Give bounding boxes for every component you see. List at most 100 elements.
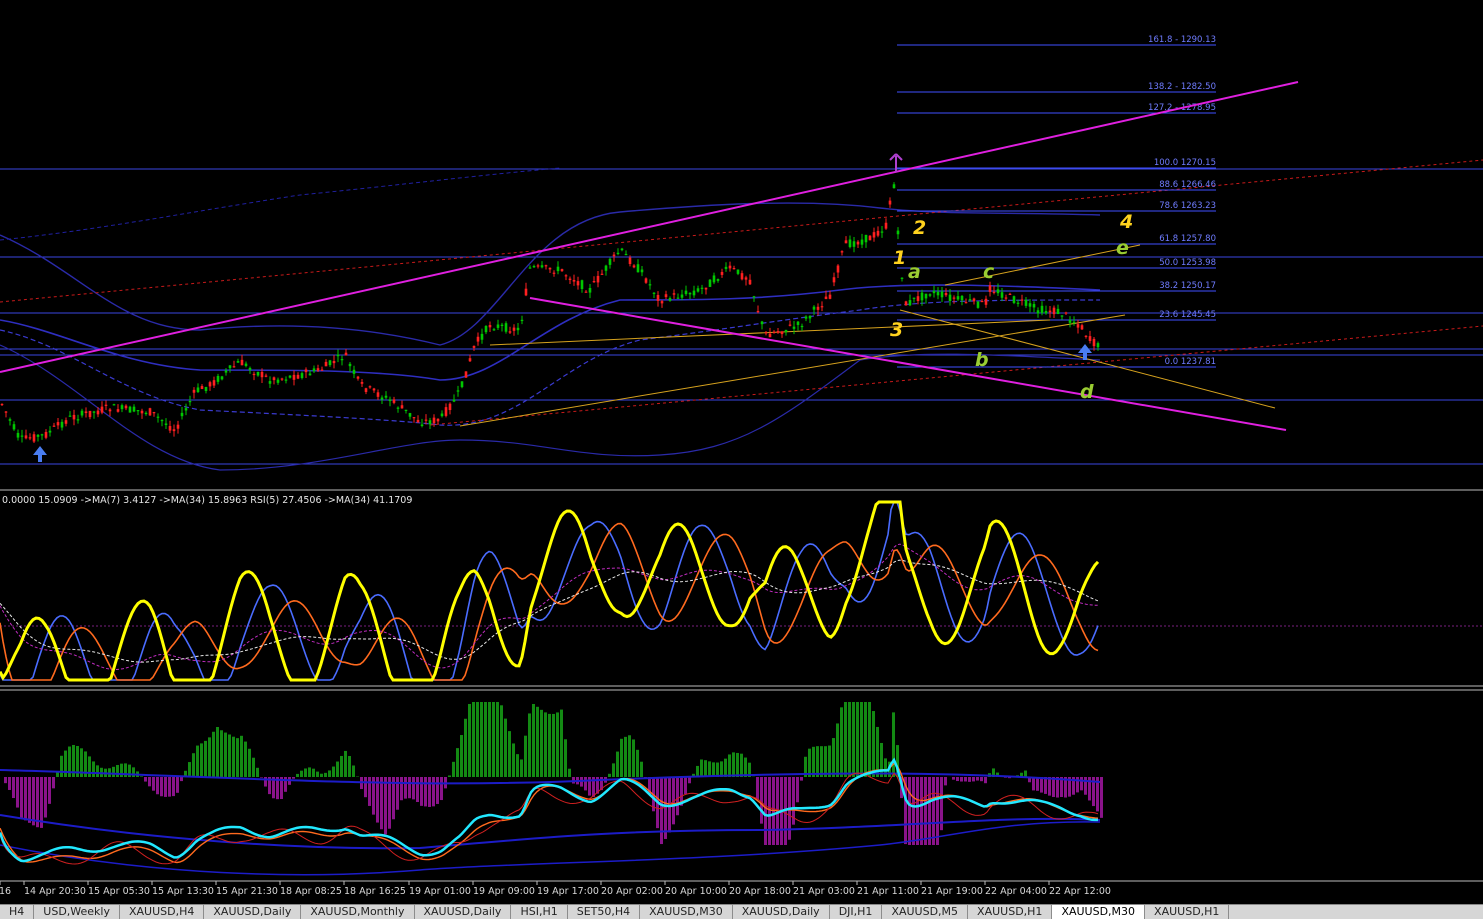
- histogram-bar-up: [560, 710, 563, 777]
- time-label: 19 Apr 01:00: [409, 886, 471, 897]
- chart-tab[interactable]: DJI,H1: [830, 905, 883, 919]
- candle: [377, 390, 380, 400]
- histogram-bar-up: [92, 761, 95, 777]
- candle: [549, 267, 552, 273]
- chart-tab[interactable]: XAUUSD,H1: [1145, 905, 1229, 919]
- candle: [749, 274, 752, 285]
- candle: [41, 434, 44, 440]
- candle: [481, 329, 484, 344]
- histogram-bar-down: [760, 777, 763, 824]
- candle: [925, 294, 928, 304]
- candle: [589, 284, 592, 298]
- horizontal-lines: [0, 169, 1483, 464]
- candle: [137, 410, 140, 415]
- candle: [721, 269, 724, 278]
- candle: [665, 291, 668, 299]
- fib-label: 0.0 1237.81: [1165, 357, 1216, 367]
- chart-tab[interactable]: XAUUSD,M5: [882, 905, 968, 919]
- histogram-bar-down: [12, 777, 15, 798]
- chart-tab[interactable]: H4: [0, 905, 34, 919]
- candle: [181, 407, 184, 419]
- histogram-bar-up: [460, 735, 463, 777]
- chart-tab[interactable]: XAUUSD,Daily: [204, 905, 301, 919]
- candle: [205, 387, 208, 394]
- candle: [585, 290, 588, 293]
- chart-tab[interactable]: HSI,H1: [511, 905, 567, 919]
- histogram-bar-up: [116, 765, 119, 777]
- candle: [685, 286, 688, 296]
- chart-tab[interactable]: XAUUSD,Daily: [415, 905, 512, 919]
- candle: [233, 361, 236, 368]
- candle: [221, 376, 224, 380]
- histogram-bar-up: [244, 742, 247, 777]
- chart-tab[interactable]: XAUUSD,H1: [968, 905, 1052, 919]
- candle: [229, 365, 232, 373]
- up-arrow-icon: [33, 446, 47, 462]
- histogram-bar-down: [40, 777, 43, 828]
- candle: [501, 323, 504, 332]
- chart-tab[interactable]: XAUUSD,Monthly: [301, 905, 414, 919]
- histogram-bar-down: [48, 777, 51, 804]
- up-arrow-icon: [1078, 344, 1092, 360]
- histogram-bar-up: [716, 763, 719, 777]
- histogram-bar-down: [168, 777, 171, 797]
- candle: [641, 266, 644, 276]
- chart-tab[interactable]: XAUUSD,M30: [640, 905, 733, 919]
- histogram-bar-up: [344, 751, 347, 777]
- candle: [581, 280, 584, 293]
- histogram-bar-up: [708, 761, 711, 777]
- histogram-bar-up: [736, 753, 739, 777]
- histogram-bar-down: [260, 777, 263, 778]
- histogram-bar-up: [608, 774, 611, 777]
- candle: [901, 277, 904, 281]
- price-channel: [0, 82, 1298, 430]
- histogram-bar-up: [112, 767, 115, 777]
- chart-tab[interactable]: XAUUSD,H4: [120, 905, 204, 919]
- histogram-bar-up: [216, 727, 219, 777]
- candle: [761, 321, 764, 330]
- price-chart[interactable]: 161.8 - 1290.13138.2 - 1282.50127.2 - 12…: [0, 0, 1483, 918]
- histogram-bar-up: [248, 749, 251, 777]
- candle: [225, 368, 228, 376]
- candle: [697, 286, 700, 293]
- candle: [533, 265, 536, 268]
- candle: [681, 290, 684, 300]
- histogram-bar-up: [252, 758, 255, 777]
- histogram-bar-down: [764, 777, 767, 845]
- candle: [693, 286, 696, 298]
- chart-tab[interactable]: USD,Weekly: [34, 905, 120, 919]
- chart-tab[interactable]: XAUUSD,M30: [1052, 905, 1145, 919]
- histogram-bar-down: [912, 777, 915, 845]
- histogram-bar-up: [196, 746, 199, 777]
- histogram-bar-up: [860, 702, 863, 777]
- histogram-bar-up: [1024, 771, 1027, 777]
- histogram-bar-up: [500, 705, 503, 777]
- candle: [913, 298, 916, 303]
- candle: [645, 277, 648, 284]
- histogram-bar-up: [828, 746, 831, 777]
- histogram-bar-down: [976, 777, 979, 781]
- rsi-panel: [0, 502, 1098, 680]
- histogram-bar-up: [204, 741, 207, 777]
- histogram-bar-down: [180, 777, 183, 781]
- histogram-bar-down: [1036, 777, 1039, 791]
- histogram-bar-down: [796, 777, 799, 802]
- chart-tab[interactable]: XAUUSD,Daily: [733, 905, 830, 919]
- candle: [1, 403, 4, 406]
- candle: [709, 279, 712, 287]
- histogram-bar-up: [452, 762, 455, 777]
- candle: [1073, 316, 1076, 326]
- candle: [85, 407, 88, 417]
- candle: [197, 383, 200, 393]
- candle: [857, 240, 860, 248]
- wave-label: 2: [913, 217, 926, 239]
- time-label: 16: [0, 886, 11, 897]
- candle: [517, 323, 520, 335]
- histogram-bar-up: [712, 762, 715, 777]
- histogram-bar-up: [188, 762, 191, 777]
- candle: [77, 415, 80, 424]
- histogram-bar-up: [540, 710, 543, 777]
- candle: [33, 432, 36, 443]
- histogram-bar-up: [636, 750, 639, 777]
- chart-tab[interactable]: SET50,H4: [568, 905, 640, 919]
